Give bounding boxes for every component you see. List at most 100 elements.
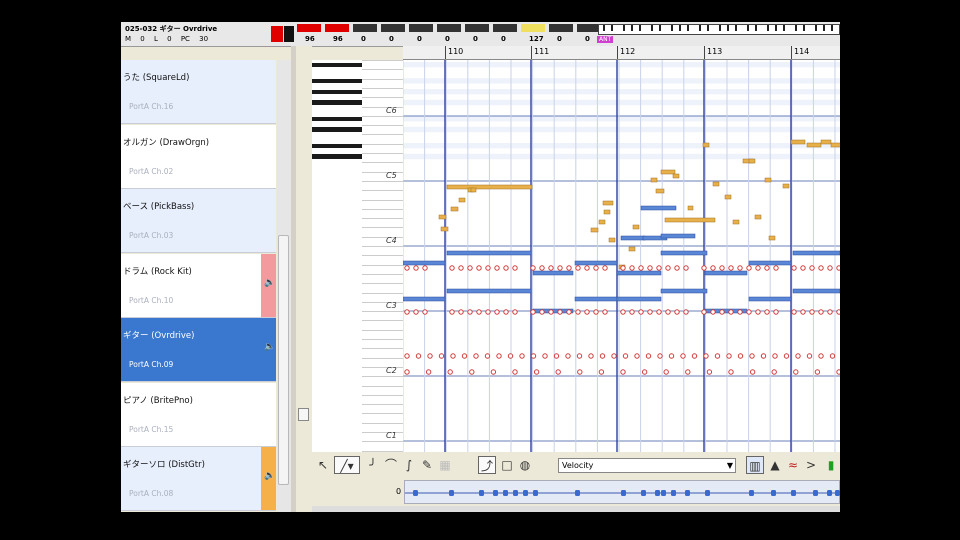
drum-note[interactable] [683,265,689,271]
black-key[interactable] [312,143,362,148]
drum-note[interactable] [620,265,626,271]
mini-key[interactable] [719,25,721,31]
orange-note[interactable] [754,214,762,220]
note-canvas[interactable] [403,60,840,452]
drum-note[interactable] [645,353,652,359]
drum-note[interactable] [818,309,824,315]
mute-indicator[interactable] [271,26,283,42]
orange-note[interactable] [712,181,720,187]
mini-key[interactable] [639,25,641,31]
drum-note[interactable] [458,309,464,315]
drum-note[interactable] [800,309,806,315]
mini-key[interactable] [611,25,613,31]
drum-note[interactable] [793,369,799,375]
drum-note[interactable] [818,353,824,359]
line-icon[interactable]: ⌒ [382,456,400,474]
drum-note[interactable] [771,369,777,375]
controller-select[interactable]: Velocity ▼ [558,458,736,473]
drum-note[interactable] [450,353,456,359]
brush-icon[interactable]: ✎ [418,456,436,474]
drum-note[interactable] [665,309,671,315]
blue-note[interactable] [660,288,708,294]
mini-key[interactable] [767,25,769,31]
mini-key[interactable] [783,25,785,31]
blue-note[interactable] [640,205,677,211]
drum-note[interactable] [485,265,491,271]
velocity-marker[interactable] [813,490,818,496]
velocity-marker[interactable] [413,490,418,496]
mini-key[interactable] [735,25,737,31]
drum-note[interactable] [764,309,770,315]
drum-note[interactable] [657,353,663,359]
drum-note[interactable] [746,265,752,271]
orange-note[interactable] [440,226,449,232]
drum-note[interactable] [791,265,797,271]
black-key[interactable] [312,116,362,121]
drum-note[interactable] [530,353,537,359]
meter-value[interactable]: 96 [305,35,315,43]
orange-note[interactable] [603,209,611,215]
drum-note[interactable] [737,353,744,359]
drum-note[interactable] [599,353,606,359]
blue-note[interactable] [660,233,696,239]
orange-note[interactable] [687,205,694,211]
param-value[interactable]: 0 [140,35,144,43]
drum-note[interactable] [415,353,422,359]
mini-key[interactable] [755,25,757,31]
velocity-marker[interactable] [655,490,660,496]
velocity-bars[interactable] [405,481,840,505]
drum-note[interactable] [800,265,806,271]
drum-note[interactable] [836,309,840,315]
drum-note[interactable] [691,353,698,359]
drum-note[interactable] [663,369,669,375]
orange-note[interactable] [768,235,776,241]
drum-note[interactable] [557,309,563,315]
mini-key[interactable] [631,25,633,31]
drum-note[interactable] [710,309,716,315]
blue-note[interactable] [616,296,662,302]
mini-keyboard[interactable] [598,24,840,35]
velocity-lane[interactable]: 0 [312,478,840,506]
drum-note[interactable] [507,353,514,359]
mini-key[interactable] [823,25,825,31]
orange-note[interactable] [470,187,477,193]
blue-note[interactable] [792,250,840,256]
drum-note[interactable] [656,265,662,271]
drum-note[interactable] [473,353,479,359]
next-icon[interactable]: > [802,456,820,474]
drum-note[interactable] [519,353,525,359]
drum-note[interactable] [809,265,815,271]
mini-key[interactable] [679,25,681,31]
black-key[interactable] [312,89,362,94]
velocity-marker[interactable] [791,490,796,496]
blue-note[interactable] [403,296,446,302]
black-key[interactable] [312,62,362,67]
drum-note[interactable] [438,353,445,359]
drum-note[interactable] [783,353,790,359]
velocity-marker[interactable] [835,490,840,496]
drum-note[interactable] [413,265,419,271]
drum-note[interactable] [814,369,821,375]
drum-note[interactable] [553,353,560,359]
drum-note[interactable] [425,369,432,375]
mini-key[interactable] [775,25,777,31]
velocity-marker[interactable] [575,490,580,496]
blue-note[interactable] [446,288,532,294]
drum-note[interactable] [674,265,680,271]
drum-note[interactable] [449,309,455,315]
orange-note[interactable] [458,197,466,203]
meter-value[interactable]: 0 [389,35,394,43]
drum-note[interactable] [829,353,836,359]
drum-note[interactable] [496,353,502,359]
drum-note[interactable] [447,369,453,375]
blue-note[interactable] [403,260,446,266]
orange-note[interactable] [748,158,756,164]
drum-note[interactable] [668,353,675,359]
drum-note[interactable] [760,353,767,359]
drum-note[interactable] [620,309,626,315]
mini-key[interactable] [699,25,701,31]
drum-note[interactable] [494,265,500,271]
drum-note[interactable] [726,353,732,359]
drum-note[interactable] [584,309,590,315]
drum-note[interactable] [469,369,475,375]
